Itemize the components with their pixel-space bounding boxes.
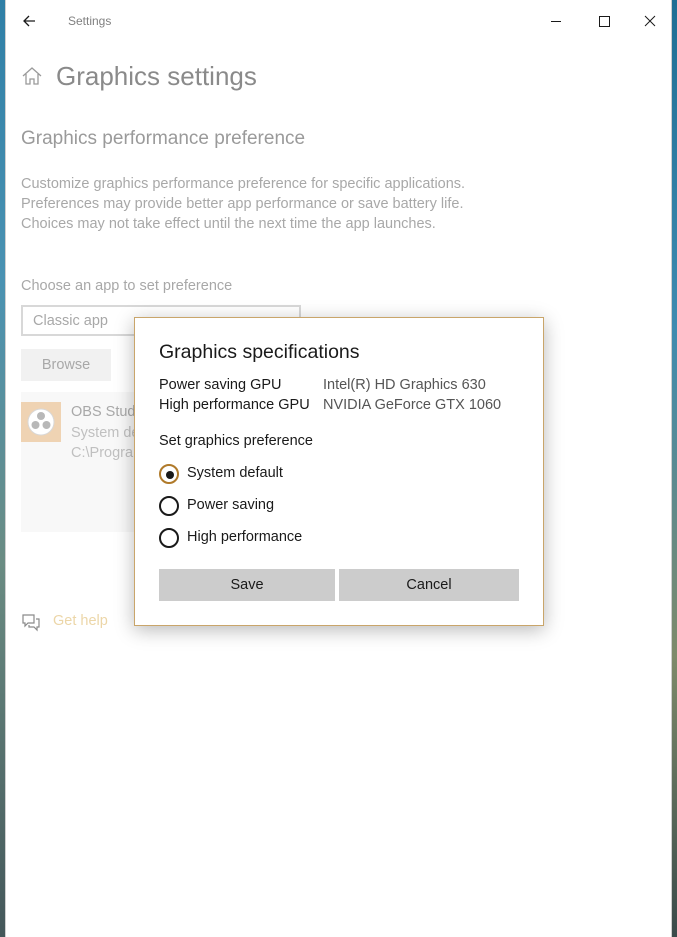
- browse-button[interactable]: Browse: [21, 349, 111, 381]
- radio-high-performance[interactable]: High performance: [159, 528, 419, 550]
- radio-label: Power saving: [187, 497, 275, 513]
- back-button[interactable]: [16, 7, 44, 35]
- high-performance-gpu-value: NVIDIA GeForce GTX 1060: [323, 397, 502, 413]
- graphics-specifications-dialog: Graphics specifications Power saving GPU…: [134, 317, 544, 626]
- get-help-link[interactable]: Get help: [53, 613, 108, 629]
- power-saving-gpu-value: Intel(R) HD Graphics 630: [323, 377, 486, 393]
- close-icon: [644, 15, 656, 27]
- home-icon[interactable]: [20, 64, 44, 88]
- maximize-icon: [599, 16, 610, 27]
- desktop-background-right: [672, 0, 677, 937]
- section-heading: Graphics performance preference: [21, 128, 306, 149]
- high-performance-gpu-label: High performance GPU: [159, 397, 310, 413]
- radio-button[interactable]: [159, 496, 179, 516]
- power-saving-gpu-label: Power saving GPU: [159, 377, 282, 393]
- close-button[interactable]: [630, 7, 670, 35]
- back-arrow-icon: [23, 15, 35, 27]
- section-description: Customize graphics performance preferenc…: [21, 176, 466, 232]
- radio-selected-dot: [166, 471, 174, 479]
- minimize-button[interactable]: [536, 7, 576, 35]
- dialog-title: Graphics specifications: [159, 341, 360, 363]
- save-button[interactable]: Save: [159, 569, 335, 601]
- app-type-value: Classic app: [33, 313, 108, 329]
- maximize-button[interactable]: [584, 7, 624, 35]
- choose-app-label: Choose an app to set preference: [21, 278, 233, 294]
- obs-logo-icon: [21, 402, 61, 442]
- set-preference-heading: Set graphics preference: [159, 433, 313, 449]
- radio-label: System default: [187, 465, 283, 481]
- minimize-icon: [551, 21, 561, 22]
- radio-button[interactable]: [159, 464, 179, 484]
- title-bar: Settings: [6, 0, 671, 42]
- radio-power-saving[interactable]: Power saving: [159, 496, 419, 518]
- radio-button[interactable]: [159, 528, 179, 548]
- radio-label: High performance: [187, 529, 303, 545]
- chat-help-icon: [22, 614, 40, 632]
- window-title: Settings: [68, 14, 112, 28]
- page-title: Graphics settings: [56, 61, 257, 91]
- cancel-button[interactable]: Cancel: [339, 569, 519, 601]
- radio-system-default[interactable]: System default: [159, 464, 419, 486]
